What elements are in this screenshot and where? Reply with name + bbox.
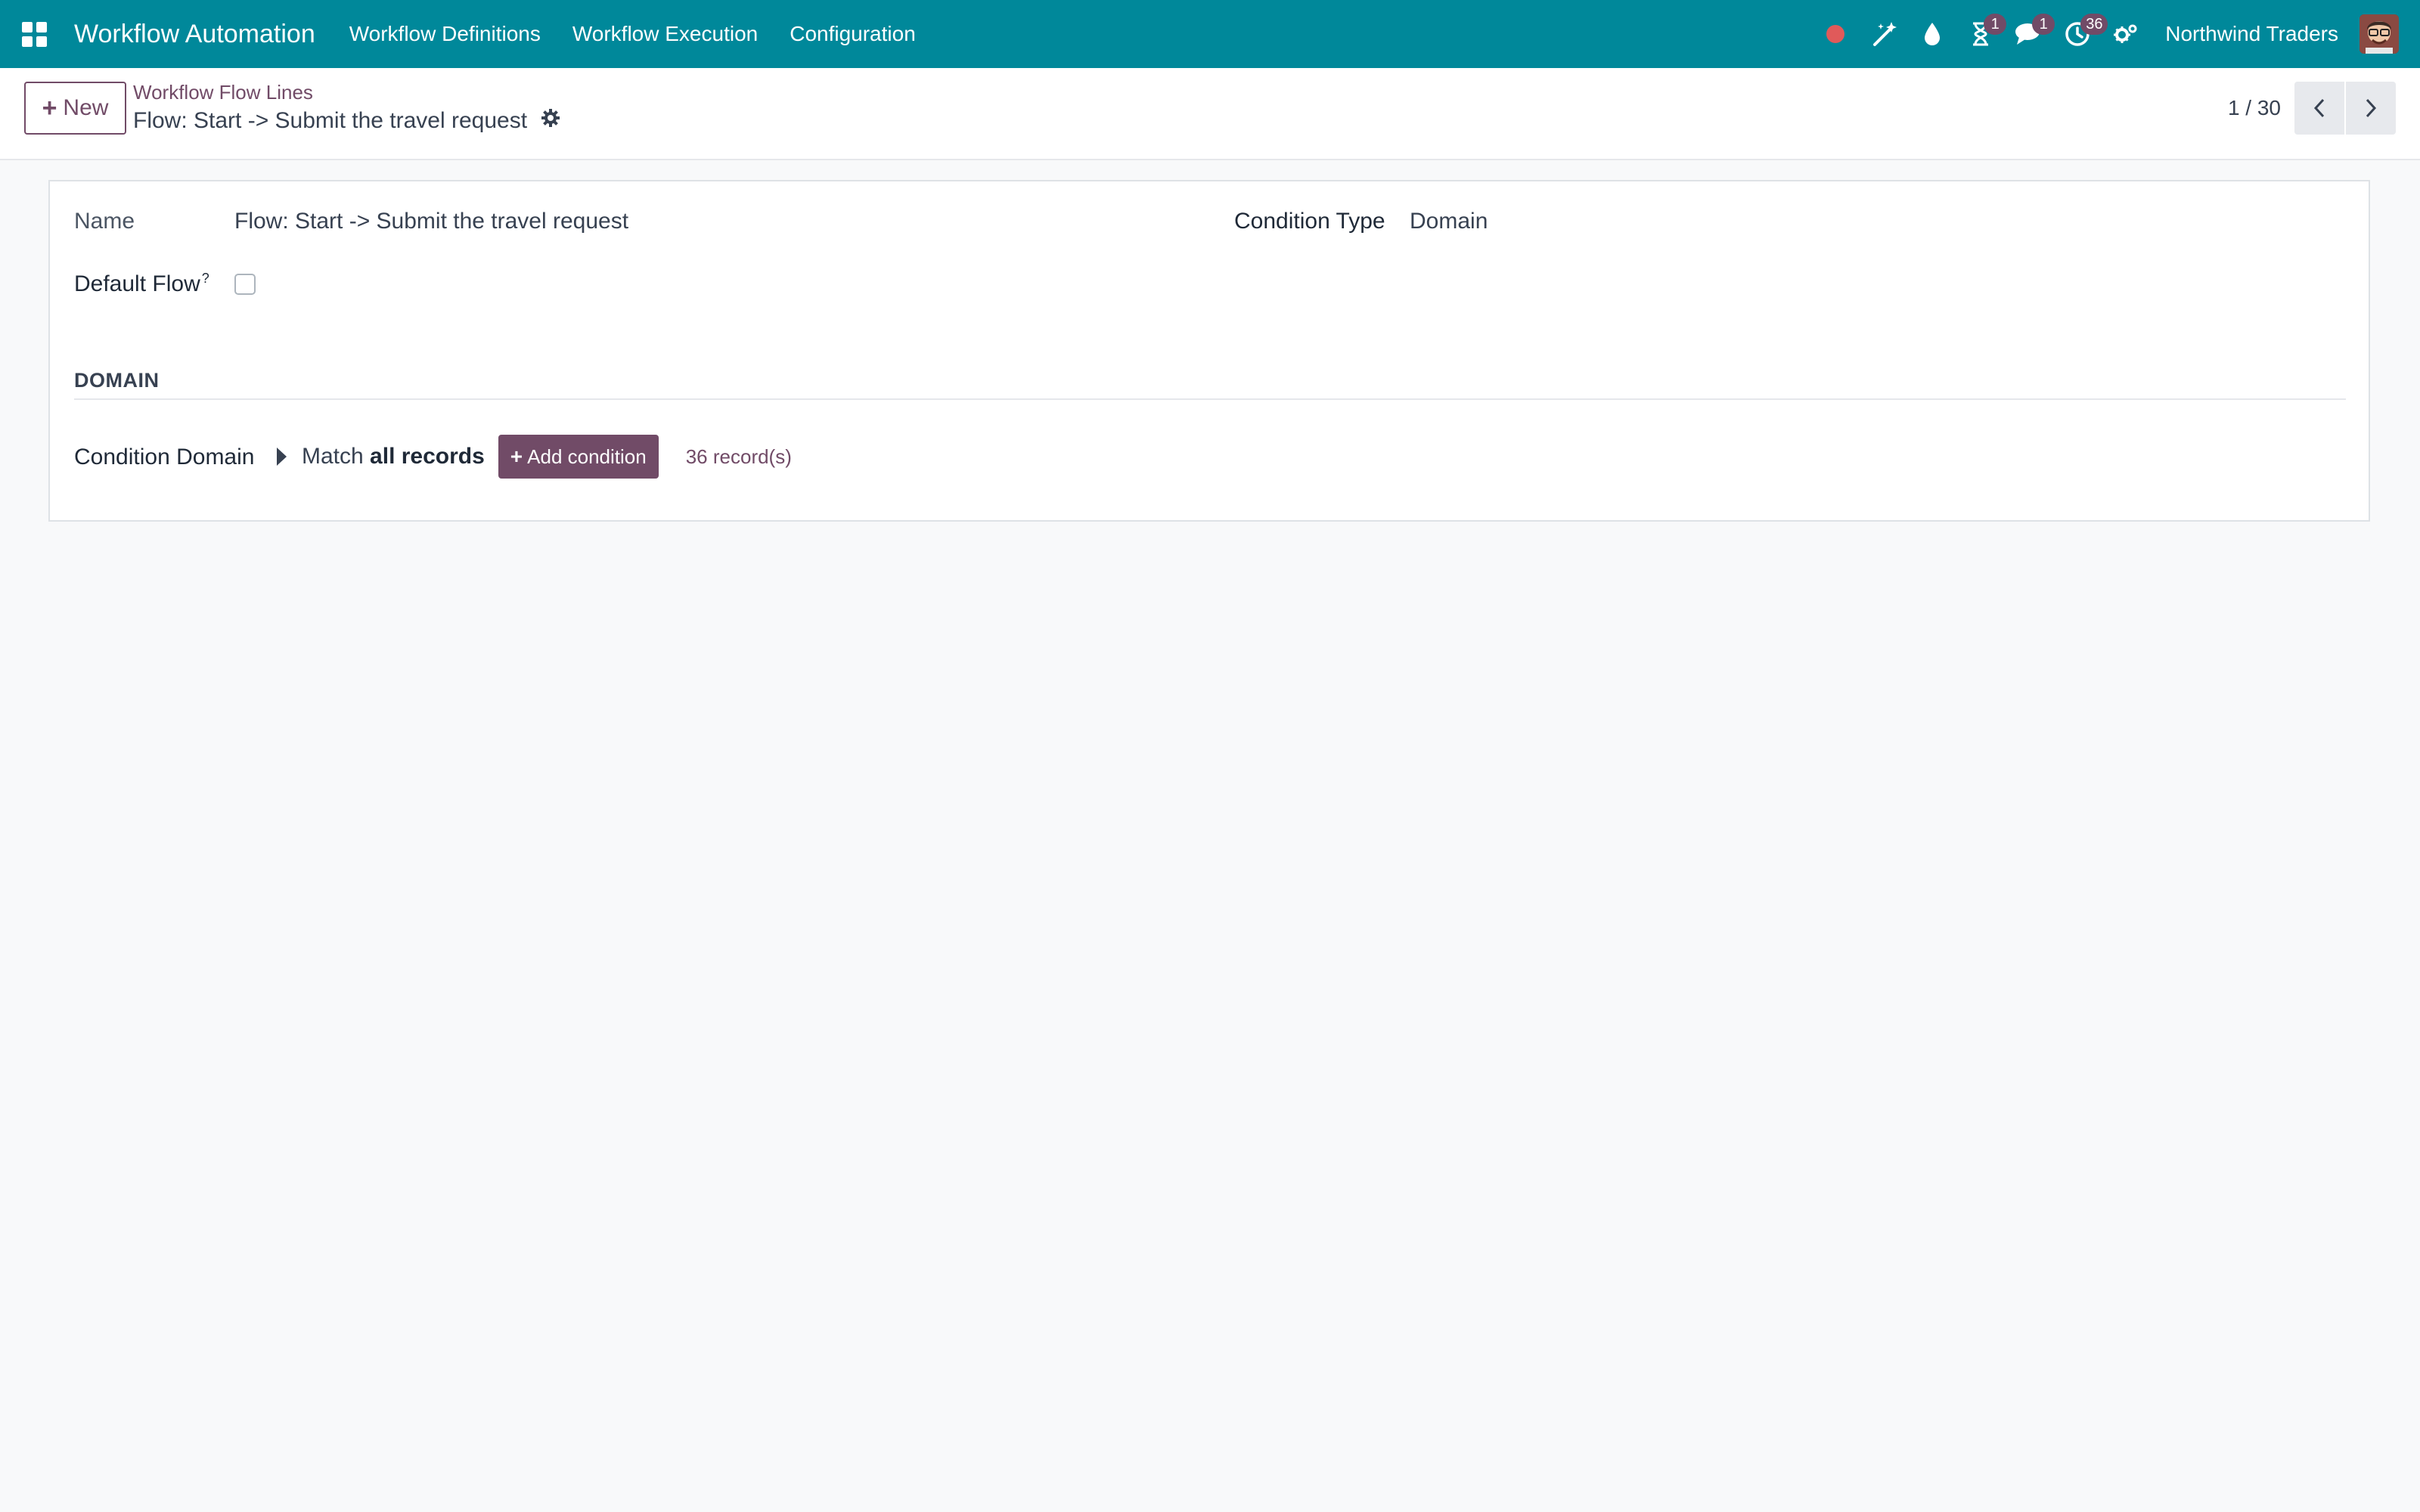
plus-icon: +	[510, 445, 523, 468]
breadcrumb-current: Flow: Start -> Submit the travel request	[133, 106, 560, 136]
menu-workflow-definitions[interactable]: Workflow Definitions	[334, 0, 557, 68]
default-flow-label: Default Flow?	[74, 271, 209, 297]
new-button[interactable]: + New	[24, 82, 126, 135]
switch-company-button[interactable]	[2102, 0, 2150, 68]
match-prefix: Match	[302, 444, 364, 469]
breadcrumb: Workflow Flow Lines Flow: Start -> Submi…	[133, 80, 560, 136]
user-avatar[interactable]	[2360, 14, 2399, 54]
condition-type-value[interactable]: Domain	[1410, 209, 1488, 234]
company-name[interactable]: Northwind Traders	[2165, 22, 2338, 46]
gear-icon	[541, 109, 560, 127]
match-text: Match all records	[302, 444, 485, 469]
section-divider	[74, 398, 2346, 400]
menu-workflow-execution[interactable]: Workflow Execution	[557, 0, 774, 68]
app-title[interactable]: Workflow Automation	[74, 20, 315, 49]
droplet-icon	[1925, 23, 1941, 45]
record-button[interactable]	[1811, 0, 1860, 68]
top-navbar: Workflow Automation Workflow Definitions…	[0, 0, 2420, 68]
match-scope: all records	[370, 444, 485, 469]
apps-menu-button[interactable]	[0, 0, 68, 68]
messaging-button[interactable]: 1	[2005, 0, 2055, 68]
domain-editor: Match all records + Add condition 36 rec…	[277, 434, 792, 479]
apps-grid-icon	[21, 21, 47, 47]
plus-icon: +	[42, 93, 57, 122]
condition-type-label: Condition Type	[1234, 209, 1385, 234]
name-value[interactable]: Flow: Start -> Submit the travel request	[234, 209, 628, 234]
chevron-right-icon	[2366, 98, 2377, 118]
settings-icon	[2114, 24, 2137, 43]
section-title-domain: DOMAIN	[74, 369, 160, 392]
default-flow-checkbox[interactable]	[234, 274, 256, 295]
activity-badge: 1	[1984, 14, 2007, 35]
caret-right-icon[interactable]	[277, 448, 287, 466]
add-condition-button[interactable]: + Add condition	[498, 435, 659, 479]
menu-configuration[interactable]: Configuration	[774, 0, 932, 68]
messages-badge: 1	[2032, 14, 2055, 35]
theme-button[interactable]	[1908, 0, 1956, 68]
pager-next-button[interactable]	[2346, 82, 2396, 135]
new-button-label: New	[63, 95, 109, 120]
record-dot-icon	[1826, 25, 1845, 43]
name-label: Name	[74, 209, 135, 234]
add-condition-label: Add condition	[527, 445, 647, 468]
record-title: Flow: Start -> Submit the travel request	[133, 108, 528, 133]
help-tooltip-icon[interactable]: ?	[202, 271, 209, 286]
avatar-image	[2360, 14, 2399, 54]
debug-button[interactable]	[1860, 0, 1908, 68]
pager-previous-button[interactable]	[2294, 82, 2344, 135]
clock-button[interactable]: 36	[2053, 0, 2108, 68]
form-sheet: Name Flow: Start -> Submit the travel re…	[48, 180, 2370, 522]
condition-domain-label: Condition Domain	[74, 445, 255, 469]
record-actions-button[interactable]	[541, 106, 560, 136]
chevron-left-icon	[2313, 98, 2325, 118]
systray: 1 1 36 Northwind Traders	[1811, 0, 2420, 68]
control-panel: + New Workflow Flow Lines Flow: Start ->…	[0, 68, 2420, 160]
pager-value[interactable]: 1 / 30	[2228, 96, 2281, 120]
breadcrumb-parent-link[interactable]: Workflow Flow Lines	[133, 80, 560, 104]
activities-button[interactable]: 1	[1956, 0, 2007, 68]
magic-wand-icon	[1873, 22, 1897, 46]
default-flow-label-text: Default Flow	[74, 271, 200, 296]
pager: 1 / 30	[2228, 82, 2396, 135]
records-count-link[interactable]: 36 record(s)	[686, 445, 792, 469]
